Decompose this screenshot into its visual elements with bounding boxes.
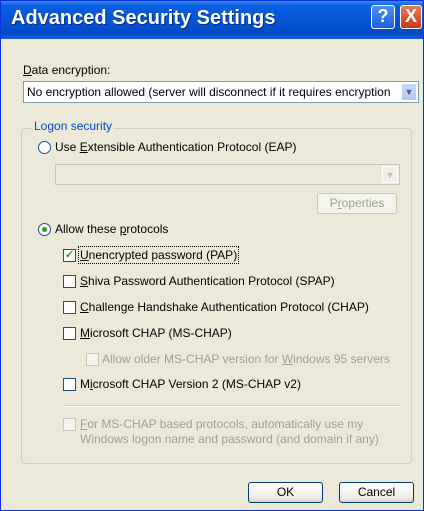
spap-checkbox[interactable] [63, 275, 76, 288]
ok-button[interactable]: OK [248, 482, 323, 503]
separator [63, 405, 401, 407]
help-button[interactable]: ? [371, 5, 395, 29]
chap-checkbox[interactable] [63, 301, 76, 314]
pap-checkbox[interactable]: ✓ [63, 249, 76, 262]
allow-protocols-label[interactable]: Allow these protocols [55, 222, 168, 236]
eap-radio-label[interactable]: Use Extensible Authentication Protocol (… [55, 140, 296, 154]
data-encryption-label-accel: D [23, 63, 32, 77]
eap-label-accel: E [79, 140, 88, 154]
allow-protocols-radio[interactable] [38, 223, 51, 236]
auto-logon-label-line1[interactable]: For MS-CHAP based protocols, automatical… [80, 417, 363, 431]
mschap-v2-rest: crosoft CHAP Version 2 (MS-CHAP v2) [92, 377, 301, 391]
properties-pre: P [329, 196, 338, 210]
eap-label-rest: xtensible Authentication Protocol (EAP) [87, 140, 297, 154]
properties-rest: operties [341, 196, 385, 210]
auto-logon-line1-text: or MS-CHAP based protocols, automaticall… [87, 417, 364, 431]
eap-type-select[interactable]: ▼ [55, 164, 400, 185]
eap-radio[interactable] [38, 141, 51, 154]
close-button[interactable]: X [400, 5, 422, 29]
allow-label-pre: Allow these [55, 222, 120, 236]
mschap-v2-label[interactable]: Microsoft CHAP Version 2 (MS-CHAP v2) [80, 377, 301, 391]
older-mschap-label[interactable]: Allow older MS-CHAP version for Windows … [102, 352, 390, 366]
mschap-v2-checkbox[interactable] [63, 378, 76, 391]
mschap-v2-pre: M [80, 377, 90, 391]
mschap-accel: M [80, 326, 90, 340]
data-encryption-label: Data encryption: [23, 63, 110, 77]
spap-text: hiva Password Authentication Protocol (S… [88, 274, 335, 288]
eap-label-pre: Use [55, 140, 80, 154]
spap-accel: S [80, 274, 89, 288]
logon-security-legend: Logon security [32, 119, 115, 133]
data-encryption-select[interactable]: No encryption allowed (server will disco… [23, 81, 419, 103]
chap-text: hallenge Handshake Authentication Protoc… [88, 300, 369, 314]
chap-label[interactable]: Challenge Handshake Authentication Proto… [80, 300, 369, 314]
data-encryption-label-text: ata encryption: [31, 63, 111, 77]
older-mschap-rest: indows 95 servers [293, 352, 390, 366]
auto-logon-label-line2[interactable]: Windows logon name and password (and dom… [80, 432, 379, 446]
older-mschap-pre: Allow older MS-CHAP version for [102, 352, 282, 366]
data-encryption-value: No encryption allowed (server will disco… [27, 85, 391, 99]
spap-label[interactable]: Shiva Password Authentication Protocol (… [80, 274, 335, 288]
title-bar[interactable]: Advanced Security Settings ? X [1, 1, 423, 39]
pap-accel: U [80, 248, 89, 262]
allow-label-rest: rotocols [126, 222, 169, 236]
auto-logon-checkbox[interactable] [63, 418, 76, 431]
older-mschap-accel: W [281, 352, 294, 366]
properties-button[interactable]: Properties [317, 193, 397, 214]
dialog-window: Advanced Security Settings ? X Data encr… [0, 0, 424, 511]
mschap-text: icrosoft CHAP (MS-CHAP) [90, 326, 232, 340]
older-mschap-checkbox[interactable] [86, 353, 99, 366]
chap-accel: C [80, 300, 89, 314]
window-title: Advanced Security Settings [11, 7, 276, 29]
cancel-button[interactable]: Cancel [339, 482, 414, 503]
pap-text: nencrypted password (PAP) [88, 248, 238, 262]
pap-label[interactable]: Unencrypted password (PAP) [77, 246, 240, 264]
mschap-checkbox[interactable] [63, 327, 76, 340]
chevron-down-icon[interactable]: ▼ [382, 166, 398, 183]
chevron-down-icon[interactable]: ▼ [401, 83, 417, 101]
mschap-label[interactable]: Microsoft CHAP (MS-CHAP) [80, 326, 232, 340]
